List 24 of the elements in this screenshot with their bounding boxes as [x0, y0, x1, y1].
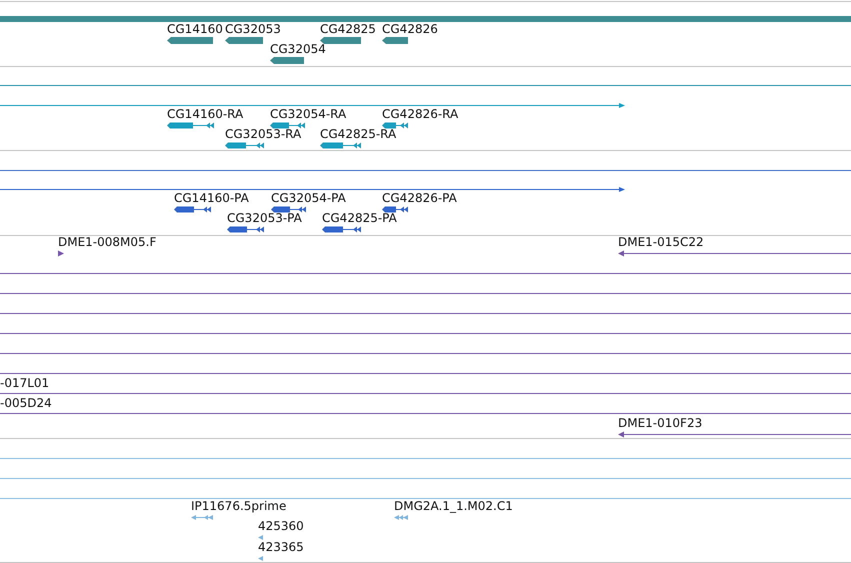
feature-label: 425360 — [258, 519, 304, 534]
feature-label: CG42825-RA — [320, 127, 396, 142]
feature-label: CG32054-PA — [271, 191, 346, 206]
feature-label: CG42826-PA — [382, 191, 457, 206]
feature-label: -017L01 — [0, 376, 50, 391]
feature-label: -005D24 — [0, 396, 52, 411]
feature-label: CG42826-RA — [382, 107, 458, 122]
feature-label: CG14160 — [167, 22, 223, 37]
feature-label: CG32053-RA — [225, 127, 302, 142]
feature-label: CG42826 — [382, 22, 438, 37]
feature-label: IP11676.5prime — [191, 499, 286, 514]
feature-label: CG14160-PA — [174, 191, 249, 206]
feature-label: DME1-015C22 — [618, 235, 704, 250]
feature-label: CG32053 — [225, 22, 281, 37]
feature-label: CG32054-RA — [270, 107, 346, 122]
feature-label: CG42825-PA — [322, 211, 397, 226]
feature-label: CG32054 — [270, 42, 326, 57]
feature-label: DMG2A.1_1.M02.C1 — [394, 499, 513, 514]
feature-label: DME1-010F23 — [618, 416, 702, 431]
feature-label: CG32053-PA — [227, 211, 302, 226]
feature-label: 423365 — [258, 540, 304, 555]
feature-label: CG42825 — [320, 22, 376, 37]
feature-label: DME1-008M05.F — [58, 235, 156, 250]
feature-label: CG14160-RA — [167, 107, 244, 122]
